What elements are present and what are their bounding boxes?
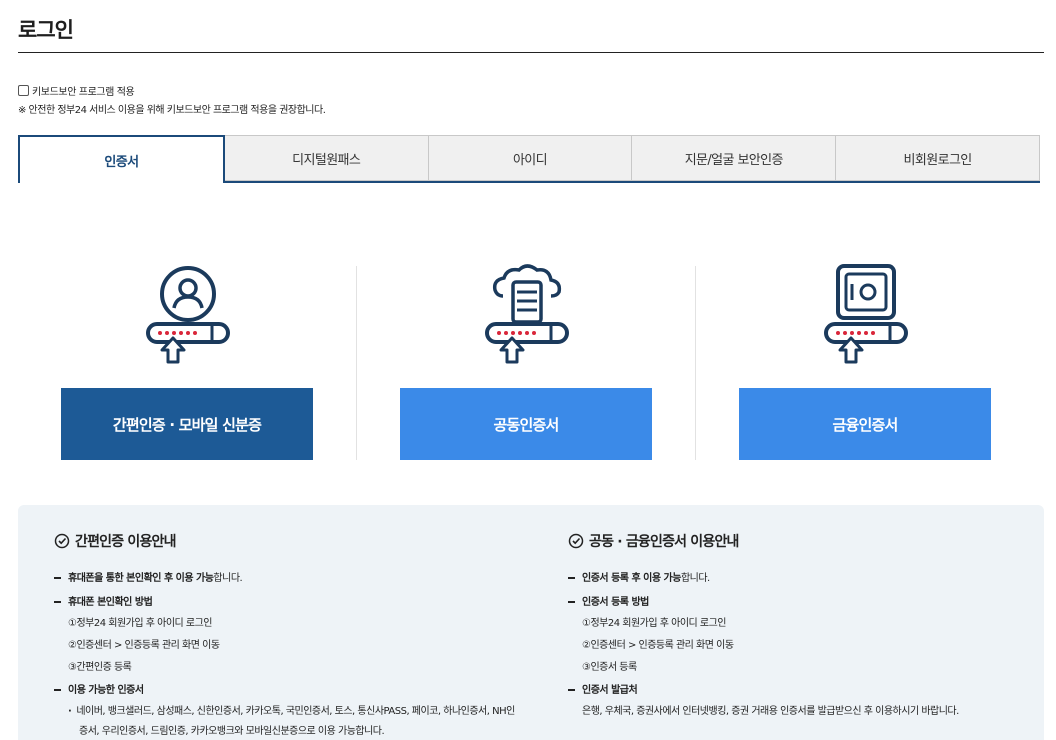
page-title: 로그인 [18,18,74,42]
guide-subtitle: 인증서 발급처 [568,681,638,696]
check-circle-icon [568,533,584,549]
guide-line: 인증서 등록 후 이용 가능합니다. [568,569,710,584]
guide-line-rest: 합니다. [680,573,710,584]
simple-auth-option: 간편인증 · 모바일 신분증 [18,264,358,460]
keyboard-security-label: 키보드보안 프로그램 적용 [32,87,135,98]
guide-subtitle: 이용 가능한 인증서 [54,681,144,696]
user-key-icon [146,266,230,364]
keyboard-security-checkbox[interactable] [18,85,29,96]
guide-subtitle: 인증서 등록 방법 [568,593,649,608]
guide-step: ③인증서 등록 [582,662,637,673]
tab-id[interactable]: 아이디 [428,135,633,181]
check-circle-icon [54,533,70,549]
guide-step: ①정부24 회원가입 후 아이디 로그인 [582,618,727,629]
guide-line-rest: 합니다. [213,573,243,584]
guide-detail: 네이버, 뱅크샐러드, 삼성패스, 신한인증서, 카카오톡, 국민인증서, 토스… [54,702,515,717]
joint-cert-option: 공동인증서 [357,264,697,460]
guide-line-emphasis: 휴대폰을 통한 본인확인 후 이용 가능 [68,573,214,584]
joint-cert-guide-title-text: 공동 · 금융인증서 이용안내 [589,534,739,550]
usage-guide-box: 간편인증 이용안내 휴대폰을 통한 본인확인 후 이용 가능합니다. 휴대폰 본… [18,505,1044,740]
simple-auth-guide-title-text: 간편인증 이용안내 [75,534,177,550]
tab-digital-onepass[interactable]: 디지털원패스 [224,135,429,181]
guide-step: ①정부24 회원가입 후 아이디 로그인 [68,618,213,629]
simple-auth-guide-title: 간편인증 이용안내 [54,531,177,551]
joint-cert-guide-title: 공동 · 금융인증서 이용안내 [568,531,739,551]
guide-line-emphasis: 인증서 등록 후 이용 가능 [582,573,681,584]
guide-detail: 은행, 우체국, 증권사에서 인터넷뱅킹, 증권 거래용 인증서를 발급받으신 … [582,706,959,717]
joint-cert-button[interactable]: 공동인증서 [400,388,652,460]
keyboard-security-notice: ※ 안전한 정부24 서비스 이용을 위해 키보드보안 프로그램 적용을 권장합… [18,105,326,116]
tab-biometric[interactable]: 지문/얼굴 보안인증 [632,135,837,181]
financial-cert-option: 금융인증서 [696,264,1036,460]
guide-step: ②인증센터 > 인증등록 관리 화면 이동 [68,640,220,651]
guide-detail: 증서, 우리인증서, 드림인증, 카카오뱅크와 모바일신분증으로 이용 가능합니… [79,726,385,737]
tab-guest-login[interactable]: 비회원로그인 [836,135,1040,181]
title-divider [18,52,1044,53]
guide-step: ③간편인증 등록 [68,662,132,673]
safe-key-icon [824,264,908,364]
certificate-options: 간편인증 · 모바일 신분증 공동인증서 금융인증서 [18,264,1040,460]
simple-auth-button[interactable]: 간편인증 · 모바일 신분증 [61,388,313,460]
guide-line: 휴대폰을 통한 본인확인 후 이용 가능합니다. [54,569,243,584]
tab-certificate[interactable]: 인증서 [18,135,225,183]
financial-cert-button[interactable]: 금융인증서 [739,388,991,460]
guide-step: ②인증센터 > 인증등록 관리 화면 이동 [582,640,734,651]
cloud-server-key-icon [485,264,569,364]
keyboard-security-option[interactable]: 키보드보안 프로그램 적용 [18,83,135,98]
login-method-tabs: 인증서 디지털원패스 아이디 지문/얼굴 보안인증 비회원로그인 [18,135,1040,183]
guide-subtitle: 휴대폰 본인확인 방법 [54,593,153,608]
